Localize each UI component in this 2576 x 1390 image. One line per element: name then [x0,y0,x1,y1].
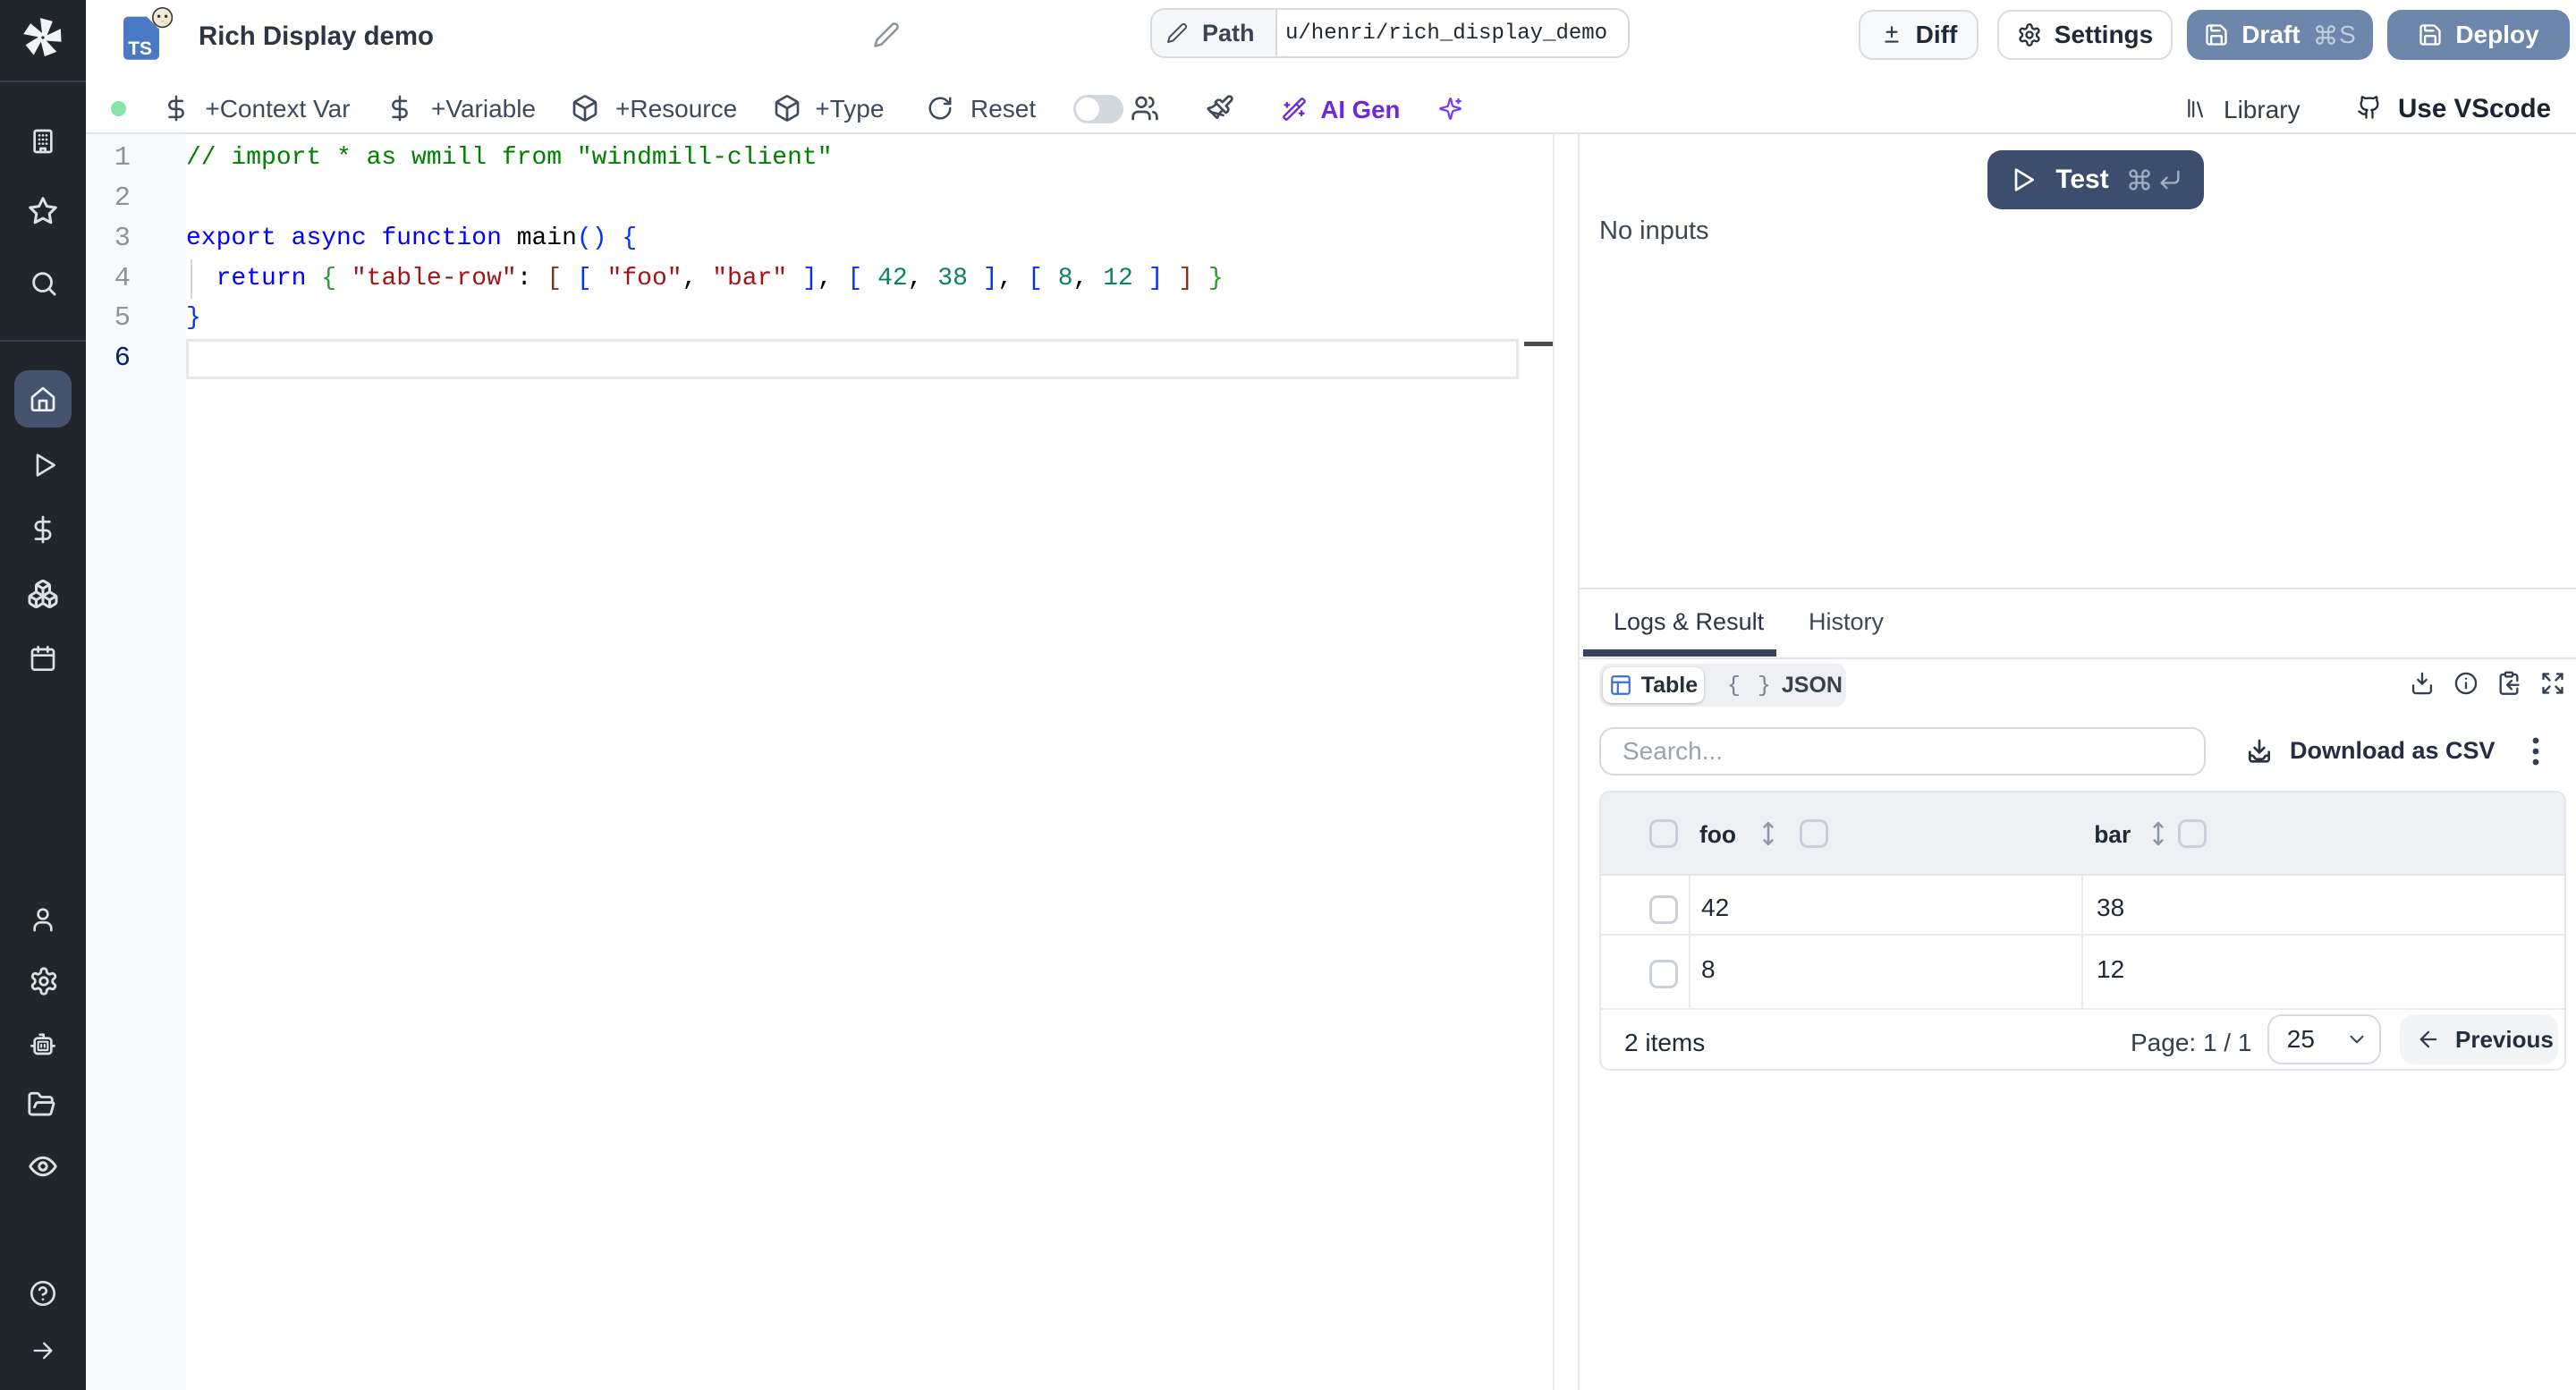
svg-text:TS: TS [128,38,152,59]
